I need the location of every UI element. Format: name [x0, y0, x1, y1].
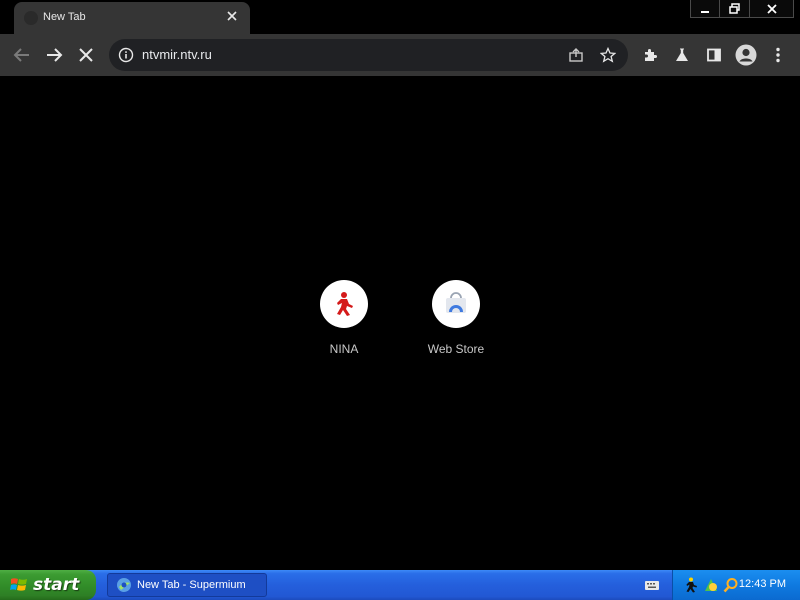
tab-new-tab[interactable]: New Tab: [14, 2, 250, 34]
aim-running-man-icon[interactable]: [683, 577, 699, 593]
profile-button[interactable]: [734, 43, 758, 67]
more-menu-button[interactable]: [766, 43, 790, 67]
side-panel-icon: [707, 48, 721, 62]
url-text[interactable]: ntvmir.ntv.ru: [142, 47, 212, 62]
title-bar: New Tab: [0, 0, 800, 34]
shortcut-nina[interactable]: NINA: [299, 280, 389, 370]
forward-button[interactable]: [42, 43, 66, 67]
labs-flask-icon: [676, 48, 688, 61]
restore-icon: [729, 3, 740, 14]
stop-loading-button[interactable]: [74, 43, 98, 67]
shortcut-label: Web Store: [427, 342, 485, 356]
restore-button[interactable]: [720, 0, 750, 18]
shortcut-label: NINA: [329, 342, 359, 356]
side-panel-button[interactable]: [702, 43, 726, 67]
new-tab-page: NINA Web Store: [0, 76, 800, 570]
minimize-button[interactable]: [690, 0, 720, 18]
close-icon: [227, 11, 237, 21]
taskbar-app-button[interactable]: New Tab - Supermium: [107, 573, 267, 597]
taskbar: start New Tab - Supermium 12:43 PM: [0, 570, 800, 600]
window-close-button[interactable]: [750, 0, 794, 18]
shortcut-tile: [432, 280, 480, 328]
more-menu-icon: [776, 47, 780, 63]
shortcut-web-store[interactable]: Web Store: [411, 280, 501, 370]
blank-favicon-icon: [24, 11, 38, 25]
close-icon: [766, 3, 777, 14]
bookmark-star-icon[interactable]: [600, 47, 616, 63]
web-store-icon: [446, 292, 466, 313]
start-label: start: [33, 575, 80, 595]
minimize-icon: [701, 10, 709, 13]
start-button[interactable]: start: [0, 570, 96, 600]
extensions-button[interactable]: [638, 43, 662, 67]
profile-avatar-icon: [735, 44, 757, 66]
address-bar[interactable]: ntvmir.ntv.ru: [109, 39, 628, 71]
back-arrow-icon: [13, 48, 29, 62]
stop-loading-icon: [79, 48, 93, 62]
window-controls: [690, 0, 794, 18]
aim-running-man-icon: [337, 292, 353, 316]
network-icon[interactable]: [703, 577, 719, 593]
site-info-icon[interactable]: [118, 47, 134, 63]
tab-title: New Tab: [43, 11, 86, 23]
keyboard-language-icon[interactable]: [644, 578, 660, 592]
share-icon[interactable]: [568, 47, 584, 63]
system-tray: 12:43 PM: [672, 570, 800, 600]
forward-arrow-icon: [47, 48, 63, 62]
tab-close-button[interactable]: [222, 7, 242, 27]
search-icon[interactable]: [723, 577, 739, 593]
browser-toolbar: ntvmir.ntv.ru: [0, 34, 800, 76]
supermium-browser-icon: [117, 578, 131, 592]
back-button[interactable]: [10, 43, 34, 67]
windows-logo-icon: [10, 578, 27, 591]
extensions-puzzle-icon: [645, 49, 657, 61]
taskbar-app-label: New Tab - Supermium: [137, 579, 246, 591]
labs-button[interactable]: [670, 43, 694, 67]
system-clock[interactable]: 12:43 PM: [739, 578, 786, 590]
shortcut-tile: [320, 280, 368, 328]
